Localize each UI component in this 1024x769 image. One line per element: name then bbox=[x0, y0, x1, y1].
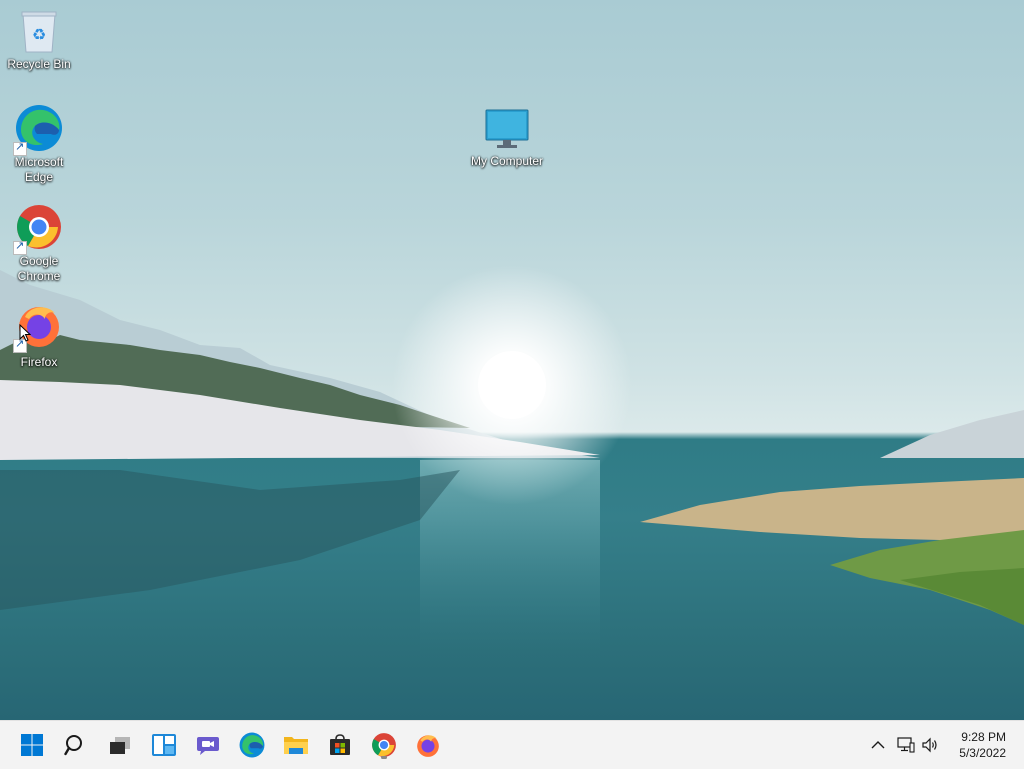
chrome-icon bbox=[372, 733, 396, 757]
tray-network-button[interactable] bbox=[894, 729, 918, 761]
taskbar-firefox-button[interactable] bbox=[412, 729, 444, 761]
desktop-icon-my-computer[interactable]: My Computer bbox=[469, 108, 545, 169]
svg-text:♻: ♻ bbox=[32, 25, 46, 44]
mouse-cursor-icon bbox=[19, 324, 31, 342]
clock-time: 9:28 PM bbox=[961, 730, 1006, 744]
taskbar-edge-button[interactable] bbox=[236, 729, 268, 761]
chrome-icon bbox=[13, 203, 63, 255]
running-indicator bbox=[381, 756, 387, 759]
desktop-icon-google-chrome[interactable]: Google Chrome bbox=[1, 203, 77, 284]
desktop-icon-recycle-bin[interactable]: ♻ Recycle Bin bbox=[1, 8, 77, 72]
desktop-icon-microsoft-edge[interactable]: Microsoft Edge bbox=[1, 104, 77, 185]
taskbar-chat-button[interactable] bbox=[192, 729, 224, 761]
search-icon bbox=[64, 735, 82, 756]
taskbar-task-view-button[interactable] bbox=[104, 729, 136, 761]
taskbar-widgets-button[interactable] bbox=[148, 729, 180, 761]
teams-chat-icon bbox=[197, 737, 219, 755]
desktop-icon-label: Firefox bbox=[20, 355, 58, 369]
task-view-icon bbox=[110, 737, 130, 754]
desktop-icon-label: Google Chrome bbox=[17, 254, 61, 283]
network-icon bbox=[897, 737, 915, 753]
recycle-bin-icon: ♻ bbox=[19, 8, 59, 54]
desktop-icon-label: Recycle Bin bbox=[7, 57, 71, 71]
store-icon bbox=[330, 734, 350, 755]
taskbar-start-button[interactable] bbox=[16, 729, 48, 761]
desktop-icon-label: Microsoft Edge bbox=[14, 155, 64, 184]
shortcut-arrow-icon bbox=[13, 239, 27, 255]
taskbar-clock[interactable]: 9:28 PM 5/3/2022 bbox=[959, 729, 1006, 761]
taskbar-chrome-button[interactable] bbox=[368, 729, 400, 761]
shortcut-arrow-icon bbox=[13, 140, 27, 156]
desktop-icon-firefox[interactable]: Firefox bbox=[1, 301, 77, 370]
tray-volume-button[interactable] bbox=[918, 729, 942, 761]
tray-overflow-button[interactable] bbox=[864, 729, 892, 761]
taskbar-file-explorer-button[interactable] bbox=[280, 729, 312, 761]
windows-start-icon bbox=[21, 734, 43, 756]
widgets-icon bbox=[152, 734, 176, 756]
edge-icon bbox=[13, 104, 63, 156]
monitor-icon bbox=[483, 108, 531, 150]
taskbar-store-button[interactable] bbox=[324, 729, 356, 761]
chevron-up-icon bbox=[871, 741, 885, 749]
desktop-icon-label: My Computer bbox=[470, 154, 544, 168]
taskbar-search-button[interactable] bbox=[60, 729, 92, 761]
volume-icon bbox=[922, 737, 937, 753]
folder-icon bbox=[284, 737, 308, 754]
clock-date: 5/3/2022 bbox=[959, 746, 1006, 760]
firefox-icon bbox=[417, 735, 439, 757]
taskbar: 9:28 PM 5/3/2022 bbox=[0, 720, 1024, 769]
edge-icon bbox=[239, 732, 265, 758]
